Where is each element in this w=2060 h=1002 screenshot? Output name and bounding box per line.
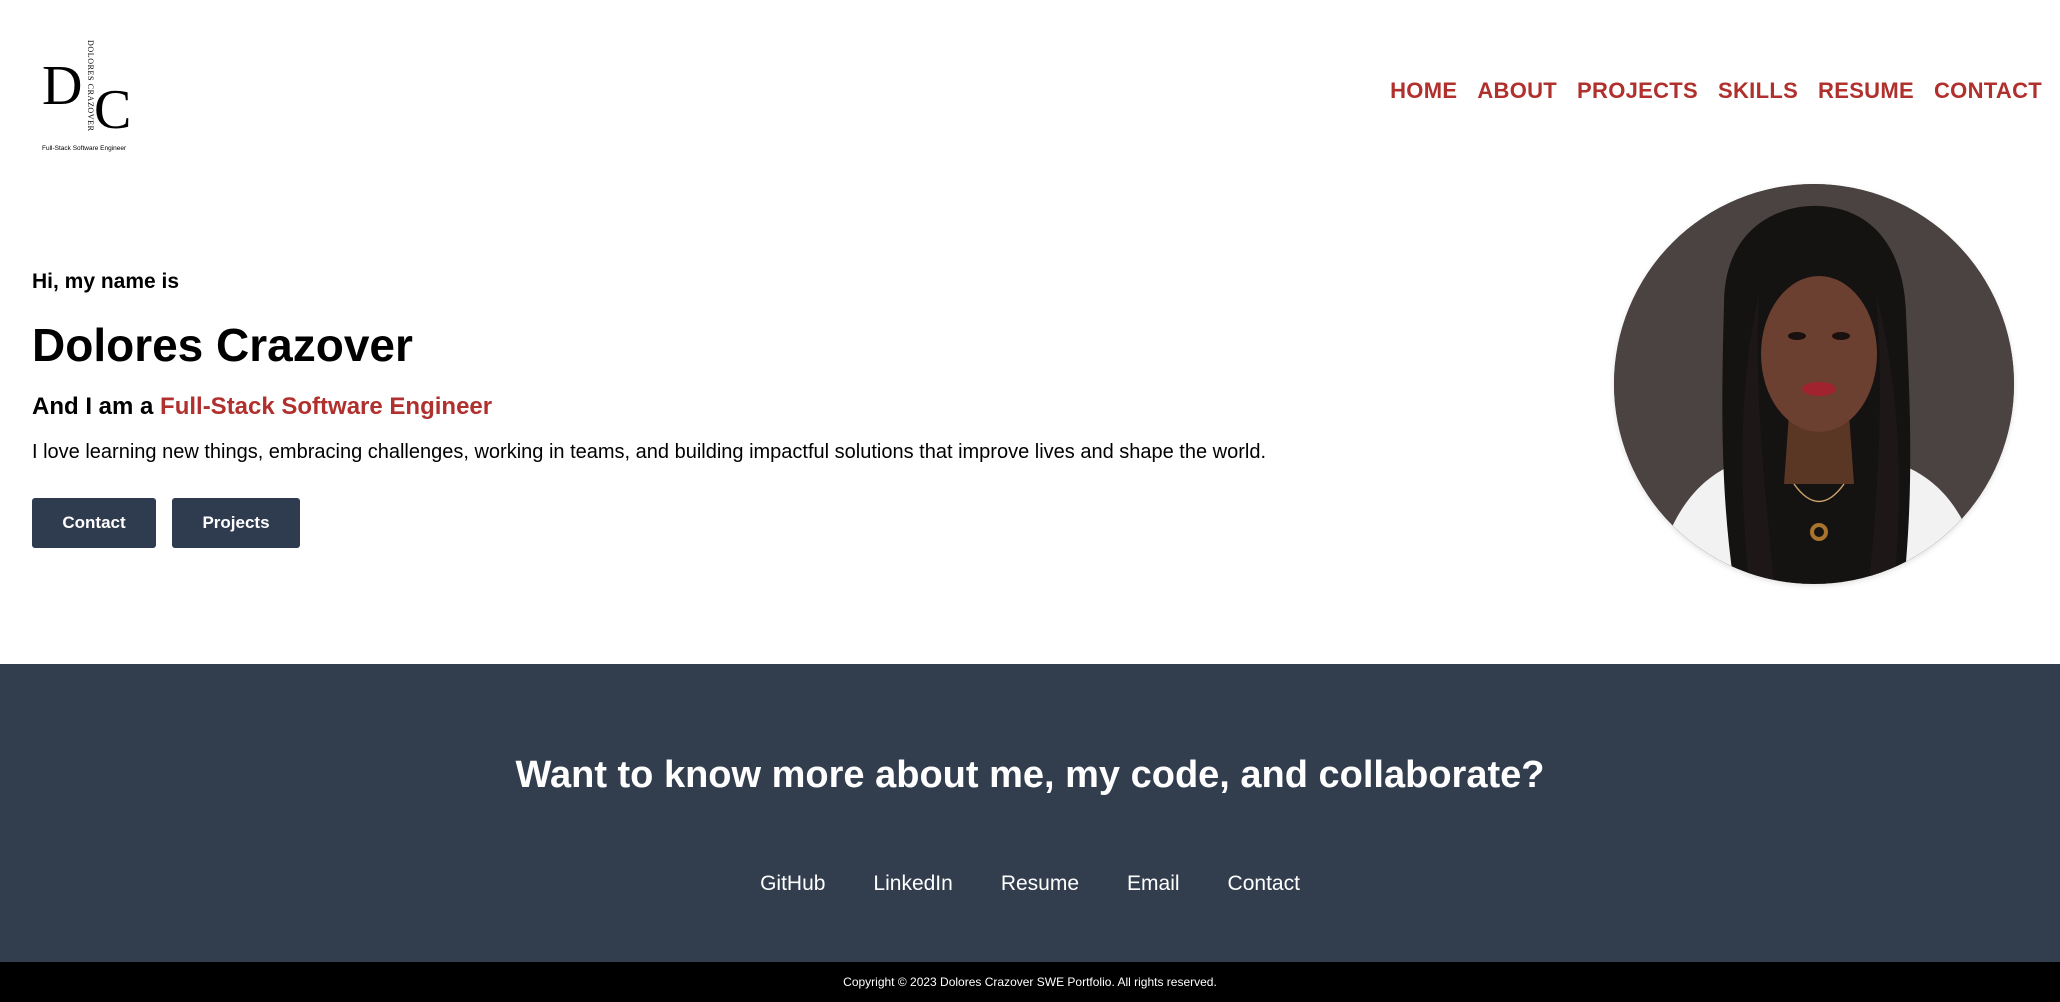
hero-name: Dolores Crazover bbox=[32, 319, 413, 371]
cta-title: Want to know more about me, my code, and… bbox=[515, 754, 1545, 796]
site-logo[interactable]: D C DOLORES CRAZOVER Full-Stack Software… bbox=[40, 36, 150, 156]
nav-skills[interactable]: SKILLS bbox=[1718, 78, 1798, 104]
logo-tagline: Full-Stack Software Engineer bbox=[42, 145, 127, 152]
main-nav: HOME ABOUT PROJECTS SKILLS RESUME CONTAC… bbox=[1390, 78, 2042, 104]
nav-home[interactable]: HOME bbox=[1390, 78, 1457, 104]
cta-section: Want to know more about me, my code, and… bbox=[0, 664, 2060, 962]
contact-link[interactable]: Contact bbox=[1228, 872, 1300, 896]
logo-vertical-name: DOLORES CRAZOVER bbox=[86, 40, 95, 132]
logo-monogram-c: C bbox=[94, 79, 131, 141]
email-link[interactable]: Email bbox=[1127, 872, 1180, 896]
hero-section: Hi, my name is Dolores Crazover And I am… bbox=[32, 270, 1532, 548]
resume-link[interactable]: Resume bbox=[1001, 872, 1079, 896]
hero-role: And I am a Full-Stack Software Engineer bbox=[32, 393, 1532, 421]
logo-monogram-d: D bbox=[42, 55, 82, 117]
hero-greeting: Hi, my name is bbox=[32, 270, 180, 293]
nav-about[interactable]: ABOUT bbox=[1477, 78, 1557, 104]
nav-contact[interactable]: CONTACT bbox=[1934, 78, 2042, 104]
hero-buttons: Contact Projects bbox=[32, 497, 1532, 548]
profile-photo bbox=[1614, 184, 2014, 584]
hero-role-highlight: Full-Stack Software Engineer bbox=[160, 392, 493, 420]
site-header: D C DOLORES CRAZOVER Full-Stack Software… bbox=[0, 0, 2060, 180]
hero-role-prefix: And I am a bbox=[32, 392, 161, 420]
hero-description: I love learning new things, embracing ch… bbox=[32, 440, 1267, 463]
linkedin-link[interactable]: LinkedIn bbox=[873, 872, 952, 896]
projects-button[interactable]: Projects bbox=[172, 497, 300, 548]
copyright-text: Copyright © 2023 Dolores Crazover SWE Po… bbox=[843, 975, 1217, 989]
nav-projects[interactable]: PROJECTS bbox=[1577, 78, 1698, 104]
cta-links: GitHub LinkedIn Resume Email Contact bbox=[0, 872, 2060, 896]
nav-resume[interactable]: RESUME bbox=[1818, 78, 1914, 104]
site-footer: Copyright © 2023 Dolores Crazover SWE Po… bbox=[0, 962, 2060, 1002]
github-link[interactable]: GitHub bbox=[760, 872, 825, 896]
contact-button[interactable]: Contact bbox=[32, 497, 156, 548]
